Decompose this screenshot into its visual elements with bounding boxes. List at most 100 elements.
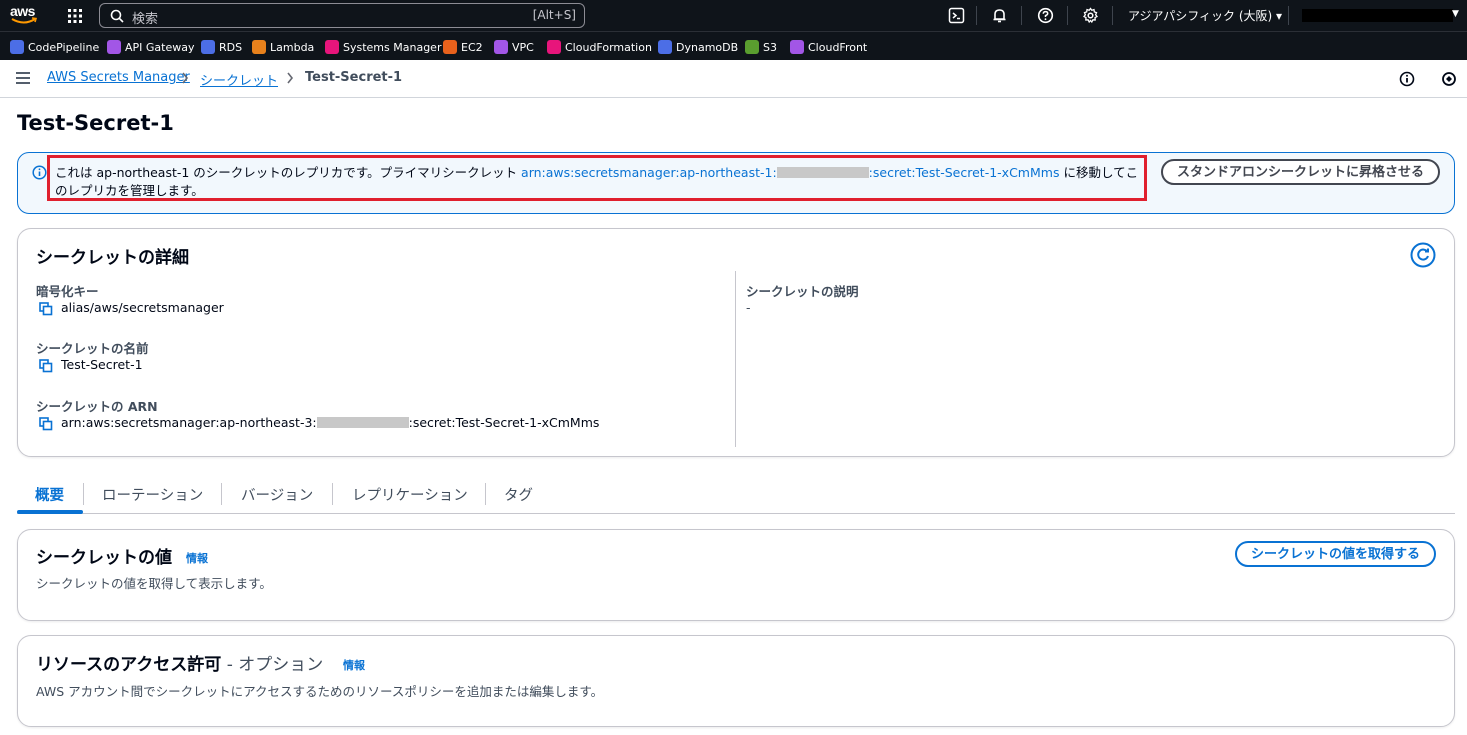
top-navigation: aws 検索 [Alt+S] アジアパシフィック (大阪) ▾ ▼ [0, 0, 1467, 31]
secret-arn-label: シークレットの ARN [36, 399, 158, 414]
favorite-label: RDS [219, 40, 243, 54]
secret-value-info-link[interactable]: 情報 [186, 550, 208, 566]
column-divider [735, 271, 736, 447]
aws-smile-icon [11, 17, 37, 24]
favorite-item[interactable]: Lambda [252, 40, 314, 54]
favorite-item[interactable]: S3 [745, 40, 777, 54]
secret-value-heading: シークレットの値 [36, 548, 172, 568]
info-panel-icon[interactable] [1399, 71, 1415, 87]
copy-icon[interactable] [39, 302, 53, 316]
active-tab-indicator [17, 510, 83, 514]
bell-icon[interactable] [991, 7, 1008, 24]
chevron-right-icon [287, 72, 294, 84]
favorites-bar: CodePipeline API Gateway RDS Lambda Systems … [0, 31, 1467, 60]
nav-separator [976, 6, 977, 25]
menu-icon[interactable] [16, 72, 30, 84]
search-placeholder: 検索 [132, 12, 159, 27]
resource-permissions-heading: リソースのアクセス許可 - オプション [36, 650, 323, 675]
service-icon [745, 40, 759, 54]
favorite-label: CloudFormation [565, 40, 652, 54]
encryption-key-value: alias/aws/secretsmanager [61, 300, 224, 315]
tab-separator [221, 483, 222, 505]
highlight-box [47, 155, 1147, 201]
favorite-label: EC2 [461, 40, 483, 54]
arn-suffix: :secret:Test-Secret-1-xCmMms [408, 415, 600, 430]
favorite-item[interactable]: API Gateway [107, 40, 195, 54]
aws-logo[interactable]: aws [10, 4, 40, 26]
tab-tags[interactable]: タグ [504, 484, 533, 505]
service-icon [325, 40, 339, 54]
encryption-key-label: 暗号化キー [36, 284, 99, 299]
search-icon [110, 9, 124, 23]
tab-versions[interactable]: バージョン [241, 484, 313, 505]
favorite-label: CloudFront [808, 40, 868, 54]
tab-separator [83, 483, 84, 505]
info-icon [32, 165, 47, 180]
copy-icon[interactable] [39, 359, 53, 373]
favorite-item[interactable]: CloudFront [790, 40, 867, 54]
retrieve-secret-value-button[interactable]: シークレットの値を取得する [1235, 541, 1436, 567]
favorite-label: DynamoDB [676, 40, 739, 54]
favorite-item[interactable]: Systems Manager [325, 40, 441, 54]
tab-replication[interactable]: レプリケーション [352, 484, 468, 505]
secret-description-label: シークレットの説明 [746, 284, 859, 299]
secret-details-panel: シークレットの詳細 暗号化キー alias/aws/secretsmanager… [17, 228, 1455, 457]
account-menu-redacted[interactable] [1302, 9, 1453, 22]
secret-value-description: シークレットの値を取得して表示します。 [36, 576, 272, 591]
aws-logo-text: aws [10, 3, 35, 19]
favorite-item[interactable]: VPC [494, 40, 534, 54]
resource-permissions-info-link[interactable]: 情報 [343, 657, 365, 673]
service-icon [658, 40, 672, 54]
chevron-down-icon[interactable]: ▼ [1452, 9, 1459, 19]
secret-name-label: シークレットの名前 [36, 341, 149, 356]
favorite-item[interactable]: DynamoDB [658, 40, 738, 54]
page-title: Test-Secret-1 [17, 111, 174, 135]
favorite-item[interactable]: CodePipeline [10, 40, 99, 54]
copy-icon[interactable] [39, 417, 53, 431]
secret-description-value: - [746, 300, 751, 315]
tab-separator [332, 483, 333, 505]
favorite-item[interactable]: EC2 [443, 40, 483, 54]
breadcrumb-bar: AWS Secrets Manager シークレット Test-Secret-1 [0, 60, 1467, 98]
breadcrumb-current: Test-Secret-1 [305, 70, 403, 85]
search-shortcut: [Alt+S] [532, 8, 576, 22]
cloudshell-icon[interactable] [948, 7, 965, 24]
secret-arn-value: arn:aws:secretsmanager:ap-northeast-3::s… [61, 415, 599, 430]
redacted-account-id [316, 417, 409, 428]
tab-overview[interactable]: 概要 [35, 484, 64, 505]
favorite-item[interactable]: RDS [201, 40, 242, 54]
service-icon [252, 40, 266, 54]
nav-separator [1067, 6, 1068, 25]
help-icon[interactable] [1037, 7, 1054, 24]
region-selector[interactable]: アジアパシフィック (大阪) ▾ [1128, 7, 1282, 24]
resource-permissions-title: リソースのアクセス許可 [36, 655, 222, 675]
service-icon [547, 40, 561, 54]
tab-rotation[interactable]: ローテーション [102, 484, 203, 505]
favorite-item[interactable]: CloudFormation [547, 40, 652, 54]
refresh-icon[interactable] [1410, 242, 1436, 268]
service-icon [10, 40, 24, 54]
breadcrumb-secrets[interactable]: シークレット [200, 70, 278, 89]
search-input[interactable]: 検索 [Alt+S] [99, 3, 585, 28]
favorite-label: API Gateway [125, 40, 195, 54]
nav-separator [1288, 6, 1289, 25]
favorite-label: Systems Manager [343, 40, 442, 54]
tab-bar: 概要 ローテーション バージョン レプリケーション タグ [17, 477, 1455, 514]
favorite-label: Lambda [270, 40, 315, 54]
favorite-label: VPC [512, 40, 534, 54]
service-icon [201, 40, 215, 54]
optional-label: - オプション [221, 655, 324, 675]
promote-standalone-button[interactable]: スタンドアロンシークレットに昇格させる [1161, 159, 1440, 185]
favorite-label: CodePipeline [28, 40, 100, 54]
resource-permissions-panel: リソースのアクセス許可 - オプション 情報 AWS アカウント間でシークレット… [17, 635, 1455, 727]
favorite-label: S3 [763, 40, 777, 54]
breadcrumb-secrets-manager[interactable]: AWS Secrets Manager [47, 70, 190, 85]
nav-separator [1021, 6, 1022, 25]
feedback-icon[interactable] [1441, 71, 1457, 87]
secret-value-panel: シークレットの値 情報 シークレットの値を取得して表示します。 シークレットの値… [17, 529, 1455, 621]
tab-separator [485, 483, 486, 505]
chevron-right-icon [182, 72, 189, 84]
gear-icon[interactable] [1082, 7, 1099, 24]
apps-grid-icon[interactable] [67, 8, 83, 24]
secret-name-value: Test-Secret-1 [61, 357, 143, 372]
